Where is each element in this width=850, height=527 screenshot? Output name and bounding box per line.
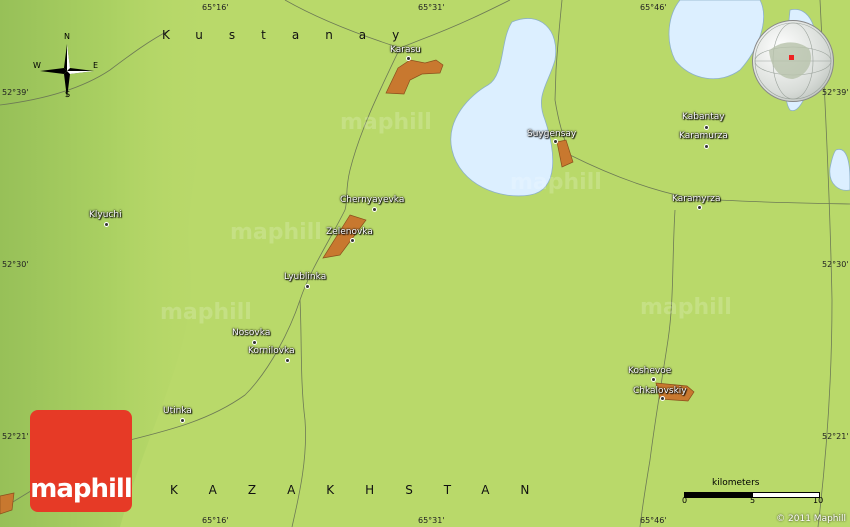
place-label-kabantay[interactable]: Kabantay (682, 112, 725, 122)
place-label-karamyrza[interactable]: Karamyrza (672, 194, 721, 204)
place-marker (252, 340, 257, 345)
place-label-suygensay[interactable]: Suygensay (527, 129, 576, 139)
place-marker (406, 56, 411, 61)
place-marker (704, 144, 709, 149)
watermark: maphill (230, 220, 322, 245)
place-label-karasu[interactable]: Karasu (390, 45, 421, 55)
compass-rose: N S W E (32, 32, 102, 106)
coord-top: 65°16' (202, 3, 229, 12)
scale-bar: kilometers 0 5 10 (676, 478, 836, 508)
place-label-klyuchi[interactable]: Klyuchi (89, 210, 122, 220)
coord-bottom: 65°16' (202, 516, 229, 525)
place-label-lyublinka[interactable]: Lyublinka (284, 272, 326, 282)
region-label-top: Kustanay (162, 28, 426, 42)
coord-left: 52°30' (2, 260, 29, 269)
watermark: maphill (340, 110, 432, 135)
place-label-koshevoe[interactable]: Koshevoe (628, 366, 671, 376)
scale-tick: 5 (750, 496, 756, 505)
locator-globe[interactable] (752, 20, 834, 102)
scale-tick: 10 (813, 496, 824, 505)
place-marker (660, 396, 665, 401)
place-label-chkalovskiy[interactable]: Chkalovskiy (633, 386, 687, 396)
coord-bottom: 65°46' (640, 516, 667, 525)
region-label-bottom: KAZAKHSTAN (170, 483, 561, 497)
watermark: maphill (510, 170, 602, 195)
scale-tick: 0 (682, 496, 688, 505)
place-marker (651, 377, 656, 382)
place-label-karamurza[interactable]: Karamurza (679, 131, 728, 141)
maphill-logo[interactable]: maphill (30, 410, 133, 512)
coord-top: 65°46' (640, 3, 667, 12)
globe-icon (754, 22, 832, 100)
place-label-chernyayevka[interactable]: Chernyayevka (340, 195, 404, 205)
place-marker (350, 238, 355, 243)
coord-left: 52°21' (2, 432, 29, 441)
place-marker (305, 284, 310, 289)
place-label-kornilovka[interactable]: Kornilovka (248, 346, 295, 356)
place-marker (180, 418, 185, 423)
watermark: maphill (640, 295, 732, 320)
compass-e: E (93, 61, 99, 70)
watermark: maphill (160, 300, 252, 325)
map-canvas[interactable]: maphill maphill maphill maphill maphill … (0, 0, 850, 527)
place-marker (285, 358, 290, 363)
copyright: © 2011 Maphill (776, 514, 846, 524)
location-marker (789, 55, 794, 60)
place-marker (553, 139, 558, 144)
coord-left: 52°39' (2, 88, 29, 97)
place-label-utinka[interactable]: Utinka (163, 406, 192, 416)
coord-right: 52°21' (822, 432, 849, 441)
scale-segment (684, 492, 754, 498)
place-label-zelenovka[interactable]: Zelenovka (326, 227, 373, 237)
coord-right: 52°30' (822, 260, 849, 269)
place-marker (104, 222, 109, 227)
scale-title: kilometers (712, 478, 760, 488)
coord-bottom: 65°31' (418, 516, 445, 525)
place-marker (697, 205, 702, 210)
place-marker (372, 207, 377, 212)
scale-segment (752, 492, 820, 498)
compass-n: N (64, 32, 70, 41)
compass-s: S (65, 90, 71, 99)
place-label-nosovka[interactable]: Nosovka (232, 328, 270, 338)
place-marker (704, 125, 709, 130)
compass-w: W (33, 61, 41, 70)
coord-top: 65°31' (418, 3, 445, 12)
